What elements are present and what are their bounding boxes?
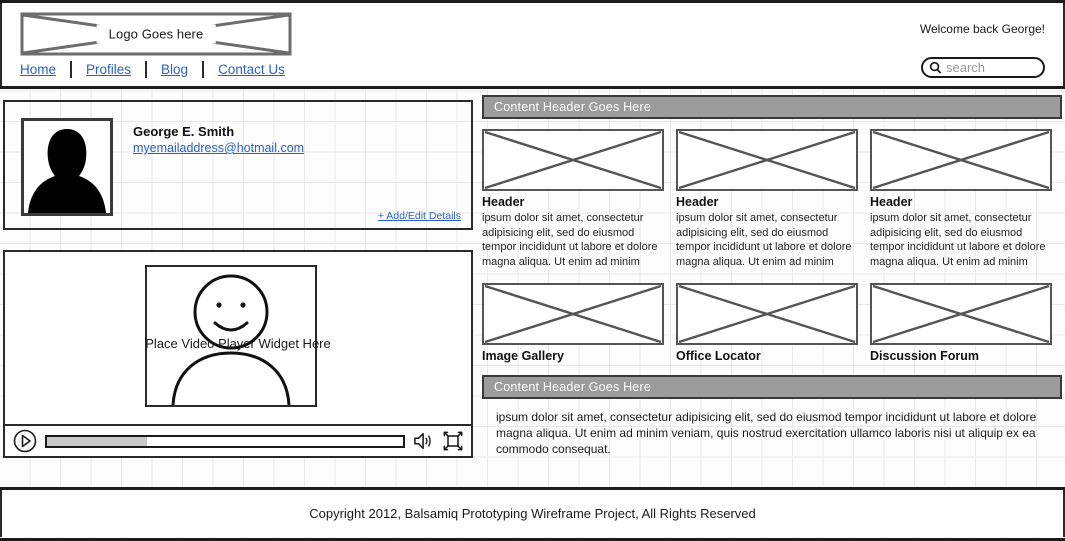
video-player-widget: Place Video Player Widget Here bbox=[3, 250, 473, 458]
image-placeholder-icon bbox=[676, 283, 858, 345]
fullscreen-icon[interactable] bbox=[443, 431, 463, 451]
feature-card[interactable]: Header ipsum dolor sit amet, consectetur… bbox=[482, 129, 664, 269]
feature-card[interactable]: Header ipsum dolor sit amet, consectetur… bbox=[676, 129, 858, 269]
search-icon bbox=[929, 61, 942, 74]
nav-item-profiles[interactable]: Profiles bbox=[86, 62, 145, 77]
card-body: ipsum dolor sit amet, consectetur adipis… bbox=[870, 212, 1046, 268]
feature-card-discussion-forum[interactable]: Discussion Forum bbox=[870, 283, 1052, 363]
video-controls bbox=[5, 424, 471, 456]
search-input[interactable] bbox=[946, 60, 1040, 75]
seek-progress bbox=[47, 436, 147, 446]
feature-card[interactable]: Header ipsum dolor sit amet, consectetur… bbox=[870, 129, 1052, 269]
nav-separator bbox=[145, 61, 148, 78]
card-body: ipsum dolor sit amet, consectetur adipis… bbox=[676, 212, 852, 268]
avatar bbox=[21, 118, 113, 216]
header-bottom-border bbox=[0, 86, 1065, 89]
card-title: Discussion Forum bbox=[870, 349, 980, 363]
content-header-bottom: Content Header Goes Here bbox=[482, 375, 1062, 399]
nav-item-contact-us[interactable]: Contact Us bbox=[218, 62, 299, 77]
content-area: Content Header Goes Here Header ipsum do… bbox=[482, 95, 1062, 480]
profile-name: George E. Smith bbox=[133, 124, 235, 139]
seek-bar[interactable] bbox=[45, 434, 405, 448]
feature-card-row-2: Image Gallery Office Locator Discussion … bbox=[482, 283, 1062, 363]
profile-card: George E. Smith myemailaddress@hotmail.c… bbox=[3, 100, 473, 230]
card-body: ipsum dolor sit amet, consectetur adipis… bbox=[482, 212, 658, 268]
main-nav: Home Profiles Blog Contact Us bbox=[20, 61, 299, 78]
image-placeholder-icon bbox=[482, 283, 664, 345]
volume-icon[interactable] bbox=[413, 431, 435, 451]
profile-email-link[interactable]: myemailaddress@hotmail.com bbox=[133, 141, 304, 155]
wireframe-page: Logo Goes here Home Profiles Blog Contac… bbox=[0, 0, 1065, 541]
card-title: Header bbox=[870, 195, 913, 209]
content-paragraph: ipsum dolor sit amet, consectetur adipis… bbox=[496, 410, 1037, 456]
welcome-message: Welcome back George! bbox=[919, 22, 1045, 36]
feature-card-row-1: Header ipsum dolor sit amet, consectetur… bbox=[482, 129, 1062, 269]
play-icon[interactable] bbox=[13, 429, 37, 453]
logo-label: Logo Goes here bbox=[96, 24, 216, 44]
search-box[interactable] bbox=[921, 57, 1045, 78]
image-placeholder-icon bbox=[870, 283, 1052, 345]
image-placeholder-icon bbox=[870, 129, 1052, 191]
nav-separator bbox=[202, 61, 205, 78]
copyright-text: Copyright 2012, Balsamiq Prototyping Wir… bbox=[309, 506, 756, 521]
image-placeholder-icon bbox=[482, 129, 664, 191]
card-title: Office Locator bbox=[676, 349, 761, 363]
image-placeholder-icon bbox=[676, 129, 858, 191]
card-title: Header bbox=[676, 195, 719, 209]
content-header-top: Content Header Goes Here bbox=[482, 95, 1062, 119]
card-title: Image Gallery bbox=[482, 349, 564, 363]
nav-separator bbox=[70, 61, 73, 78]
logo-placeholder[interactable]: Logo Goes here bbox=[20, 12, 292, 56]
site-header: Logo Goes here Home Profiles Blog Contac… bbox=[0, 3, 1065, 86]
nav-item-home[interactable]: Home bbox=[20, 62, 70, 77]
nav-item-blog[interactable]: Blog bbox=[161, 62, 202, 77]
card-title: Header bbox=[482, 195, 525, 209]
site-footer: Copyright 2012, Balsamiq Prototyping Wir… bbox=[0, 490, 1065, 537]
add-edit-details-link[interactable]: + Add/Edit Details bbox=[378, 210, 461, 222]
video-stage: Place Video Player Widget Here bbox=[5, 252, 471, 424]
feature-card-office-locator[interactable]: Office Locator bbox=[676, 283, 858, 363]
video-caption: Place Video Player Widget Here bbox=[145, 336, 331, 351]
feature-card-image-gallery[interactable]: Image Gallery bbox=[482, 283, 664, 363]
